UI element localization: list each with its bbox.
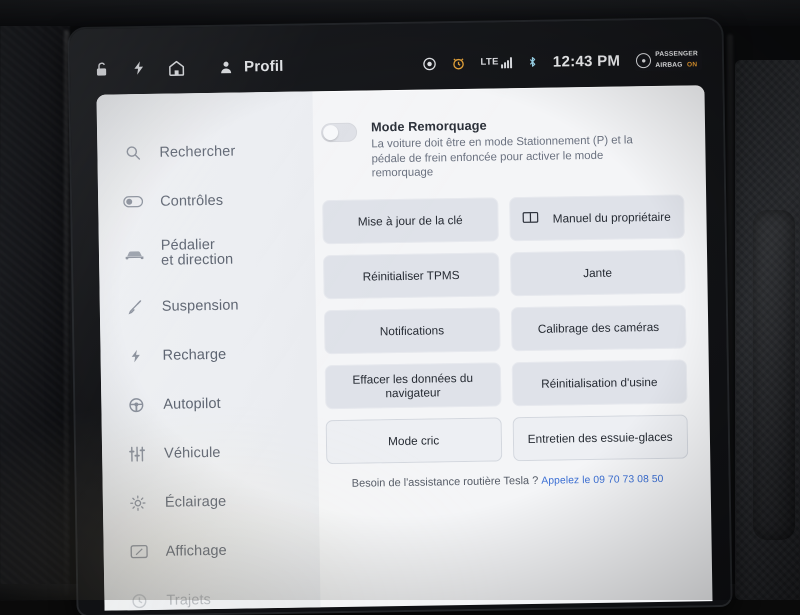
button-effacer-donnees-navigateur[interactable]: Effacer les données du navigateur — [325, 362, 501, 409]
airbag-badge-text: PASSENGER AIRBAG ON — [655, 50, 698, 69]
record-icon[interactable] — [422, 56, 437, 71]
sliders-icon — [126, 444, 148, 462]
settings-card: Rechercher Contrôles — [96, 85, 712, 610]
steering-wheel-icon — [125, 395, 147, 413]
sidebar-item-label-line2: et direction — [161, 252, 233, 269]
car-icon — [123, 247, 145, 260]
sidebar-item-label: Pédalier et direction — [161, 238, 234, 269]
button-manuel-proprietaire[interactable]: Manuel du propriétaire — [509, 194, 685, 241]
tow-mode-description: La voiture doit être en mode Stationneme… — [371, 133, 640, 181]
status-bar-left-group: Profil — [88, 56, 284, 78]
sidebar-item-label: Suspension — [162, 297, 239, 314]
button-label: Mode cric — [388, 433, 439, 448]
button-label: Manuel du propriétaire — [553, 209, 671, 225]
sidebar-item-suspension[interactable]: Suspension — [111, 279, 316, 331]
airbag-icon: ● — [636, 53, 651, 68]
status-bar-right-group: LTE 12:43 PM ● PASSENGER AIRBAG ON — [422, 48, 704, 74]
settings-sidebar: Rechercher Contrôles — [96, 91, 320, 610]
sidebar-item-label: Recharge — [162, 346, 226, 363]
sidebar-item-eclairage[interactable]: Éclairage — [115, 475, 320, 527]
airbag-state: ON — [687, 61, 697, 68]
button-label: Mise à jour de la clé — [358, 213, 463, 229]
tow-mode-text-block: Mode Remorquage La voiture doit être en … — [371, 116, 640, 181]
sidebar-item-autopilot[interactable]: Autopilot — [113, 377, 318, 429]
signal-bars-icon — [501, 57, 512, 68]
sidebar-item-affichage[interactable]: Affichage — [115, 524, 320, 576]
lock-icon[interactable] — [94, 60, 111, 77]
airbag-line2: AIRBAG — [655, 61, 682, 68]
cellular-signal-indicator: LTE — [480, 56, 512, 68]
button-label: Jante — [583, 265, 612, 279]
clock: 12:43 PM — [553, 52, 621, 70]
button-mise-a-jour-cle[interactable]: Mise à jour de la clé — [322, 197, 498, 244]
button-reinitialiser-tpms[interactable]: Réinitialiser TPMS — [323, 252, 499, 299]
sidebar-item-pedalier-et-direction[interactable]: Pédalier et direction — [111, 223, 316, 282]
book-icon — [523, 210, 539, 226]
button-mode-cric[interactable]: Mode cric — [326, 417, 502, 464]
sidebar-item-label: Affichage — [166, 542, 227, 559]
airbag-line1: PASSENGER — [655, 50, 698, 58]
button-entretien-essuie-glaces[interactable]: Entretien des essuie-glaces — [512, 414, 688, 461]
status-bar: Profil LTE — [88, 35, 705, 93]
button-reinitialisation-usine[interactable]: Réinitialisation d'usine — [511, 359, 687, 406]
button-label: Réinitialiser TPMS — [363, 268, 460, 284]
settings-main-panel: Mode Remorquage La voiture doit être en … — [312, 85, 712, 607]
bolt-icon — [124, 346, 146, 364]
sidebar-item-trajets[interactable]: Trajets — [116, 573, 321, 610]
button-jante[interactable]: Jante — [509, 249, 685, 296]
assistance-phone-link[interactable]: Appelez le 09 70 73 08 50 — [541, 473, 663, 486]
button-label: Réinitialisation d'usine — [541, 374, 658, 390]
profile-label[interactable]: Profil — [244, 57, 284, 75]
button-label: Entretien des essuie-glaces — [528, 429, 673, 445]
shock-absorber-icon — [124, 298, 146, 315]
network-type-label: LTE — [480, 56, 499, 67]
dashboard-trim-left — [0, 0, 70, 600]
car-interior-photo: Profil LTE — [0, 0, 800, 600]
tow-mode-row: Mode Remorquage La voiture doit être en … — [321, 116, 684, 182]
sidebar-item-vehicule[interactable]: Véhicule — [114, 426, 319, 478]
trips-icon — [128, 591, 150, 609]
sidebar-item-label: Autopilot — [163, 395, 221, 412]
alarm-clock-icon[interactable] — [451, 55, 466, 70]
center-touchscreen[interactable]: Profil LTE — [69, 19, 730, 615]
button-notifications[interactable]: Notifications — [324, 307, 500, 354]
button-label: Effacer les données du navigateur — [333, 370, 493, 401]
sidebar-item-label: Contrôles — [160, 192, 223, 209]
search-icon — [121, 144, 143, 161]
passenger-airbag-status-badge: ● PASSENGER AIRBAG ON — [634, 48, 702, 71]
center-console-panel — [735, 60, 800, 600]
service-button-grid: Mise à jour de la clé Manuel du propriét… — [322, 194, 688, 464]
sidebar-item-rechercher[interactable]: Rechercher — [109, 125, 314, 177]
person-icon[interactable] — [218, 58, 234, 75]
tow-mode-title: Mode Remorquage — [371, 116, 639, 134]
sidebar-item-label: Véhicule — [164, 444, 221, 461]
brightness-icon — [127, 493, 149, 511]
bezel-edge-highlight-left — [64, 30, 69, 596]
sidebar-item-label: Éclairage — [165, 493, 227, 510]
tow-mode-toggle[interactable] — [321, 123, 357, 143]
bluetooth-icon[interactable] — [526, 54, 539, 70]
button-label: Calibrage des caméras — [538, 319, 660, 335]
home-icon[interactable] — [167, 58, 186, 77]
display-icon — [128, 544, 150, 559]
bolt-icon[interactable] — [131, 59, 147, 77]
button-calibrage-cameras[interactable]: Calibrage des caméras — [510, 304, 686, 351]
toggle-icon — [122, 195, 144, 208]
sidebar-item-controles[interactable]: Contrôles — [110, 174, 315, 226]
button-label: Notifications — [380, 323, 444, 338]
roadside-assistance-row: Besoin de l'assistance routière Tesla ? … — [327, 472, 689, 490]
sidebar-item-label: Rechercher — [159, 143, 235, 160]
assistance-question: Besoin de l'assistance routière Tesla ? — [352, 474, 539, 489]
sidebar-item-recharge[interactable]: Recharge — [112, 328, 317, 380]
